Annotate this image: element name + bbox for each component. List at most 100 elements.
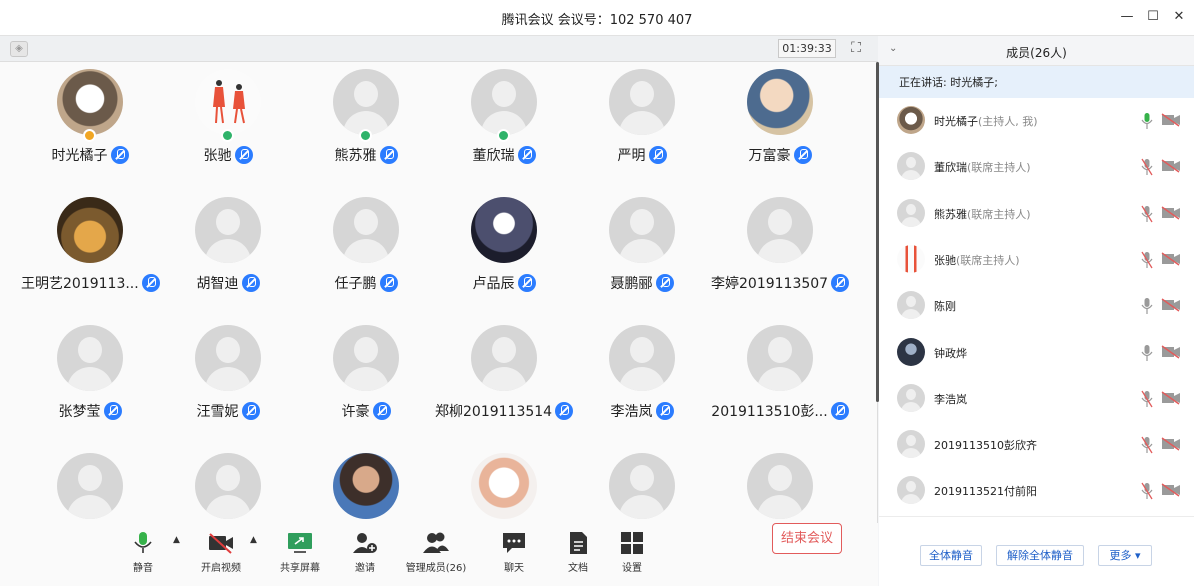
participant-tile[interactable]: 聂鹏郦 [573,191,711,319]
fullscreen-icon[interactable]: ⛶ [848,40,864,56]
close-icon[interactable]: ✕ [1170,8,1188,26]
member-name-text: 李浩岚 [934,392,967,406]
camera-off-icon[interactable] [1161,483,1181,497]
docs-button[interactable]: 文档 [548,531,608,574]
participant-tile[interactable] [711,447,849,523]
settings-button[interactable]: 设置 [602,531,662,574]
camera-off-icon[interactable] [1161,344,1181,359]
camera-off-icon[interactable] [1161,252,1181,266]
member-name-text: 张驰 [934,253,956,267]
participant-tile[interactable]: 王明艺2019113... [21,191,160,319]
participant-tile[interactable]: 郑柳2019113514 [435,319,574,447]
end-meeting-button[interactable]: 结束会议 [772,523,842,554]
member-row[interactable]: 时光橘子(主持人, 我) [879,98,1194,144]
host-badge-icon [221,129,234,142]
participant-tile[interactable]: 任子鹏 [297,191,435,319]
video-options-caret[interactable]: ▲ [250,535,257,545]
camera-off-icon[interactable] [1161,113,1181,127]
camera-off-icon[interactable] [1161,437,1181,451]
member-row[interactable]: 熊苏雅(联席主持人) [879,191,1194,237]
member-row[interactable]: 陈刚 [879,283,1194,329]
participant-tile[interactable]: 张驰 [159,63,297,191]
participant-tile[interactable]: 汪雪妮 [159,319,297,447]
participant-tile[interactable] [159,447,297,523]
mic-icon[interactable] [1141,112,1153,130]
participant-tile[interactable]: 2019113510彭... [711,319,849,447]
participant-avatar [57,69,123,135]
participant-name: 时光橘子 [21,145,159,165]
unmute-all-button[interactable]: 解除全体静音 [996,545,1084,566]
participant-name: 张驰 [159,145,297,165]
participant-name: 张梦莹 [21,401,159,421]
start-video-button[interactable]: 开启视频 [191,531,251,574]
participant-tile[interactable] [21,447,159,523]
participant-avatar [609,325,675,391]
participant-name: 董欣瑞 [435,145,573,165]
share-screen-button[interactable]: 共享屏幕 [270,531,330,574]
add-user-icon [353,533,377,553]
participant-tile[interactable]: 万富豪 [711,63,849,191]
member-panel-title: 成员(26人) [1006,46,1067,60]
manage-members-button[interactable]: 管理成员(26) [402,531,470,574]
participant-tile[interactable]: 李浩岚 [573,319,711,447]
camera-off-icon[interactable] [1161,159,1181,173]
mic-muted-icon [241,402,260,420]
mic-off-icon[interactable] [1141,205,1153,223]
participant-tile[interactable]: 许豪 [297,319,435,447]
mic-muted-icon [517,274,536,292]
mic-icon[interactable] [1141,297,1153,315]
mic-muted-icon [379,274,398,292]
mic-muted-icon [372,402,391,420]
mic-off-icon[interactable] [1141,158,1153,176]
mute-options-caret[interactable]: ▲ [173,535,180,545]
camera-off-icon[interactable] [1161,391,1181,405]
member-row[interactable]: 李浩岚 [879,376,1194,422]
participant-tile[interactable] [573,447,711,523]
camera-off-icon[interactable] [1161,298,1181,312]
mic-off-icon[interactable] [1141,482,1153,500]
participant-tile[interactable]: 熊苏雅 [297,63,435,191]
mute-button[interactable]: 静音 [113,531,173,574]
member-row[interactable]: 钟政烨 [879,330,1194,376]
participant-tile[interactable]: 张梦莹 [21,319,159,447]
mic-off-icon[interactable] [1141,436,1153,454]
member-row[interactable]: 张驰(联席主持人) [879,237,1194,283]
participant-tile[interactable]: 胡智迪 [159,191,297,319]
mic-icon [134,532,152,553]
member-avatar [897,244,925,273]
shield-icon[interactable]: ◈ [10,41,28,57]
participant-tile[interactable] [435,447,573,523]
mute-all-button[interactable]: 全体静音 [920,545,982,566]
mic-icon[interactable] [1141,344,1153,362]
participant-tile[interactable]: 董欣瑞 [435,63,573,191]
participant-avatar [195,325,261,391]
video-top-bar: ◈ 01:39:33 ⛶ [0,36,878,62]
more-button[interactable]: 更多 ▾ [1098,545,1152,566]
participant-name-text: 万富豪 [748,148,791,164]
mic-off-icon[interactable] [1141,390,1153,408]
chat-button[interactable]: 聊天 [484,531,544,574]
mic-muted-icon [234,146,253,164]
maximize-icon[interactable]: ☐ [1144,8,1162,26]
participant-tile[interactable] [297,447,435,523]
mic-muted-icon [141,274,160,292]
participant-tile[interactable]: 严明 [573,63,711,191]
mic-off-icon[interactable] [1141,251,1153,269]
member-row[interactable]: 2019113521付前阳 [879,468,1194,514]
minimize-icon[interactable]: — [1118,8,1136,26]
mic-muted-icon [103,402,122,420]
camera-off-icon [209,533,233,554]
title-bar: 腾讯会议 会议号：102 570 407 — ☐ ✕ [0,0,1194,36]
camera-off-icon[interactable] [1161,206,1181,220]
participant-tile[interactable]: 时光橘子 [21,63,159,191]
mic-muted-icon [110,146,129,164]
members-icon [423,532,449,553]
grid-settings-icon [621,532,643,554]
participant-tile[interactable]: 卢品辰 [435,191,573,319]
invite-button[interactable]: 邀请 [335,531,395,574]
participant-tile[interactable]: 李婷2019113507 [711,191,850,319]
member-name: 熊苏雅(联席主持人) [934,206,1031,222]
member-row[interactable]: 2019113510彭欣齐 [879,422,1194,468]
member-row[interactable]: 董欣瑞(联席主持人) [879,144,1194,190]
meeting-toolbar: 静音 ▲ 开启视频 ▲ 共享屏幕 邀请 管理成员(26) 聊天 文档 设置 结束… [0,523,878,586]
